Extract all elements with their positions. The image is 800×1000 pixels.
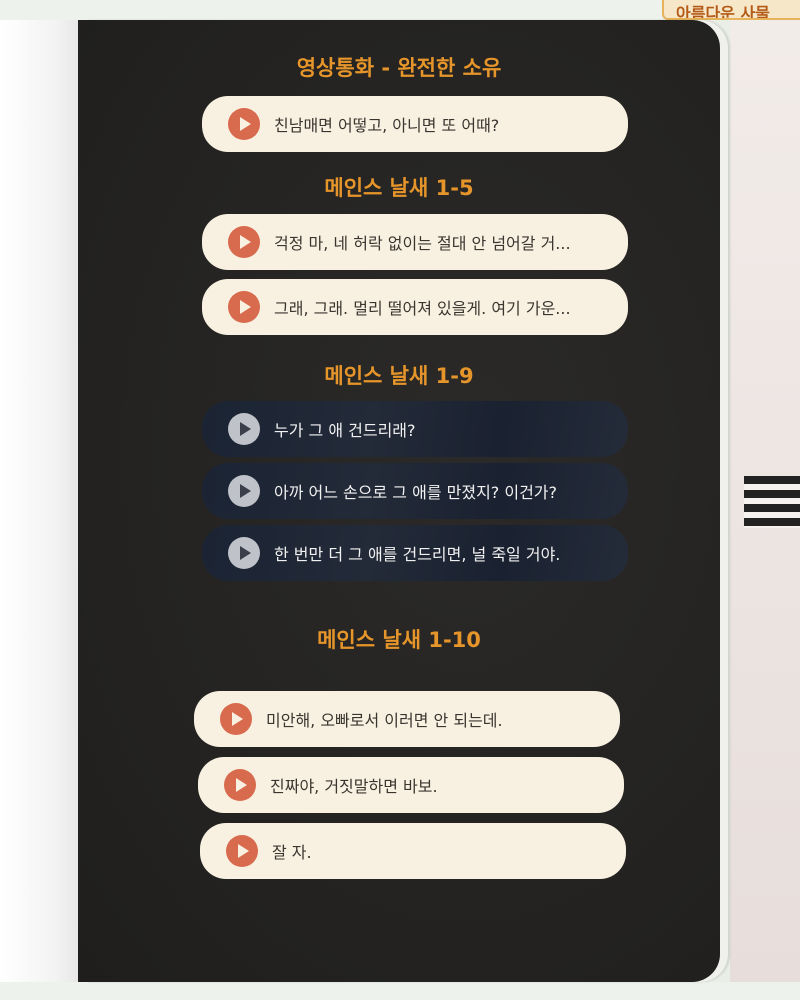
voice-line-item[interactable]: 잘 자.: [200, 823, 626, 879]
voice-line-text: 걱정 마, 네 허락 없이는 절대 안 넘어갈 거...: [274, 234, 571, 253]
play-icon[interactable]: [228, 108, 260, 140]
voice-line-text: 아까 어느 손으로 그 애를 만졌지? 이건가?: [274, 483, 558, 502]
play-icon[interactable]: [228, 413, 260, 445]
play-icon[interactable]: [224, 769, 256, 801]
section-title-1-5: 메인스 날새 1-5: [324, 176, 474, 200]
play-icon[interactable]: [228, 537, 260, 569]
voice-line-text: 그래, 그래. 멀리 떨어져 있을게. 여기 가운...: [274, 299, 571, 318]
voice-line-text: 미안해, 오빠로서 이러면 안 되는데.: [266, 711, 503, 730]
voice-line-text: 진짜야, 거짓말하면 바보.: [270, 777, 438, 796]
top-tab[interactable]: 아름다운 사물: [662, 0, 800, 20]
play-icon[interactable]: [228, 475, 260, 507]
play-icon[interactable]: [226, 835, 258, 867]
section-title-1-10: 메인스 날새 1-10: [317, 628, 481, 652]
voice-line-text: 잘 자.: [272, 843, 312, 862]
voice-line-text: 친남매면 어떻고, 아니면 또 어때?: [274, 116, 500, 135]
bottom-strip: [0, 982, 800, 1000]
voice-line-item[interactable]: 누가 그 애 건드리래?: [202, 401, 628, 457]
voice-line-text: 한 번만 더 그 애를 건드리면, 널 죽일 거야.: [274, 545, 561, 564]
play-icon[interactable]: [228, 291, 260, 323]
stripe-decoration: [744, 476, 800, 528]
voice-line-item[interactable]: 걱정 마, 네 허락 없이는 절대 안 넘어갈 거...: [202, 214, 628, 270]
voice-line-item[interactable]: 한 번만 더 그 애를 건드리면, 널 죽일 거야.: [202, 525, 628, 581]
voice-line-item[interactable]: 그래, 그래. 멀리 떨어져 있을게. 여기 가운...: [202, 279, 628, 335]
play-icon[interactable]: [228, 226, 260, 258]
voice-line-item[interactable]: 진짜야, 거짓말하면 바보.: [198, 757, 624, 813]
voice-line-item[interactable]: 친남매면 어떻고, 아니면 또 어때?: [202, 96, 628, 152]
section-title-1-9: 메인스 날새 1-9: [324, 364, 474, 388]
voice-line-item[interactable]: 미안해, 오빠로서 이러면 안 되는데.: [194, 691, 620, 747]
voice-line-item[interactable]: 아까 어느 손으로 그 애를 만졌지? 이건가?: [202, 463, 628, 519]
voice-line-text: 누가 그 애 건드리래?: [274, 421, 416, 440]
section-title-video-call: 영상통화 - 완전한 소유: [296, 56, 502, 80]
page-left-edge: [0, 20, 80, 982]
play-icon[interactable]: [220, 703, 252, 735]
